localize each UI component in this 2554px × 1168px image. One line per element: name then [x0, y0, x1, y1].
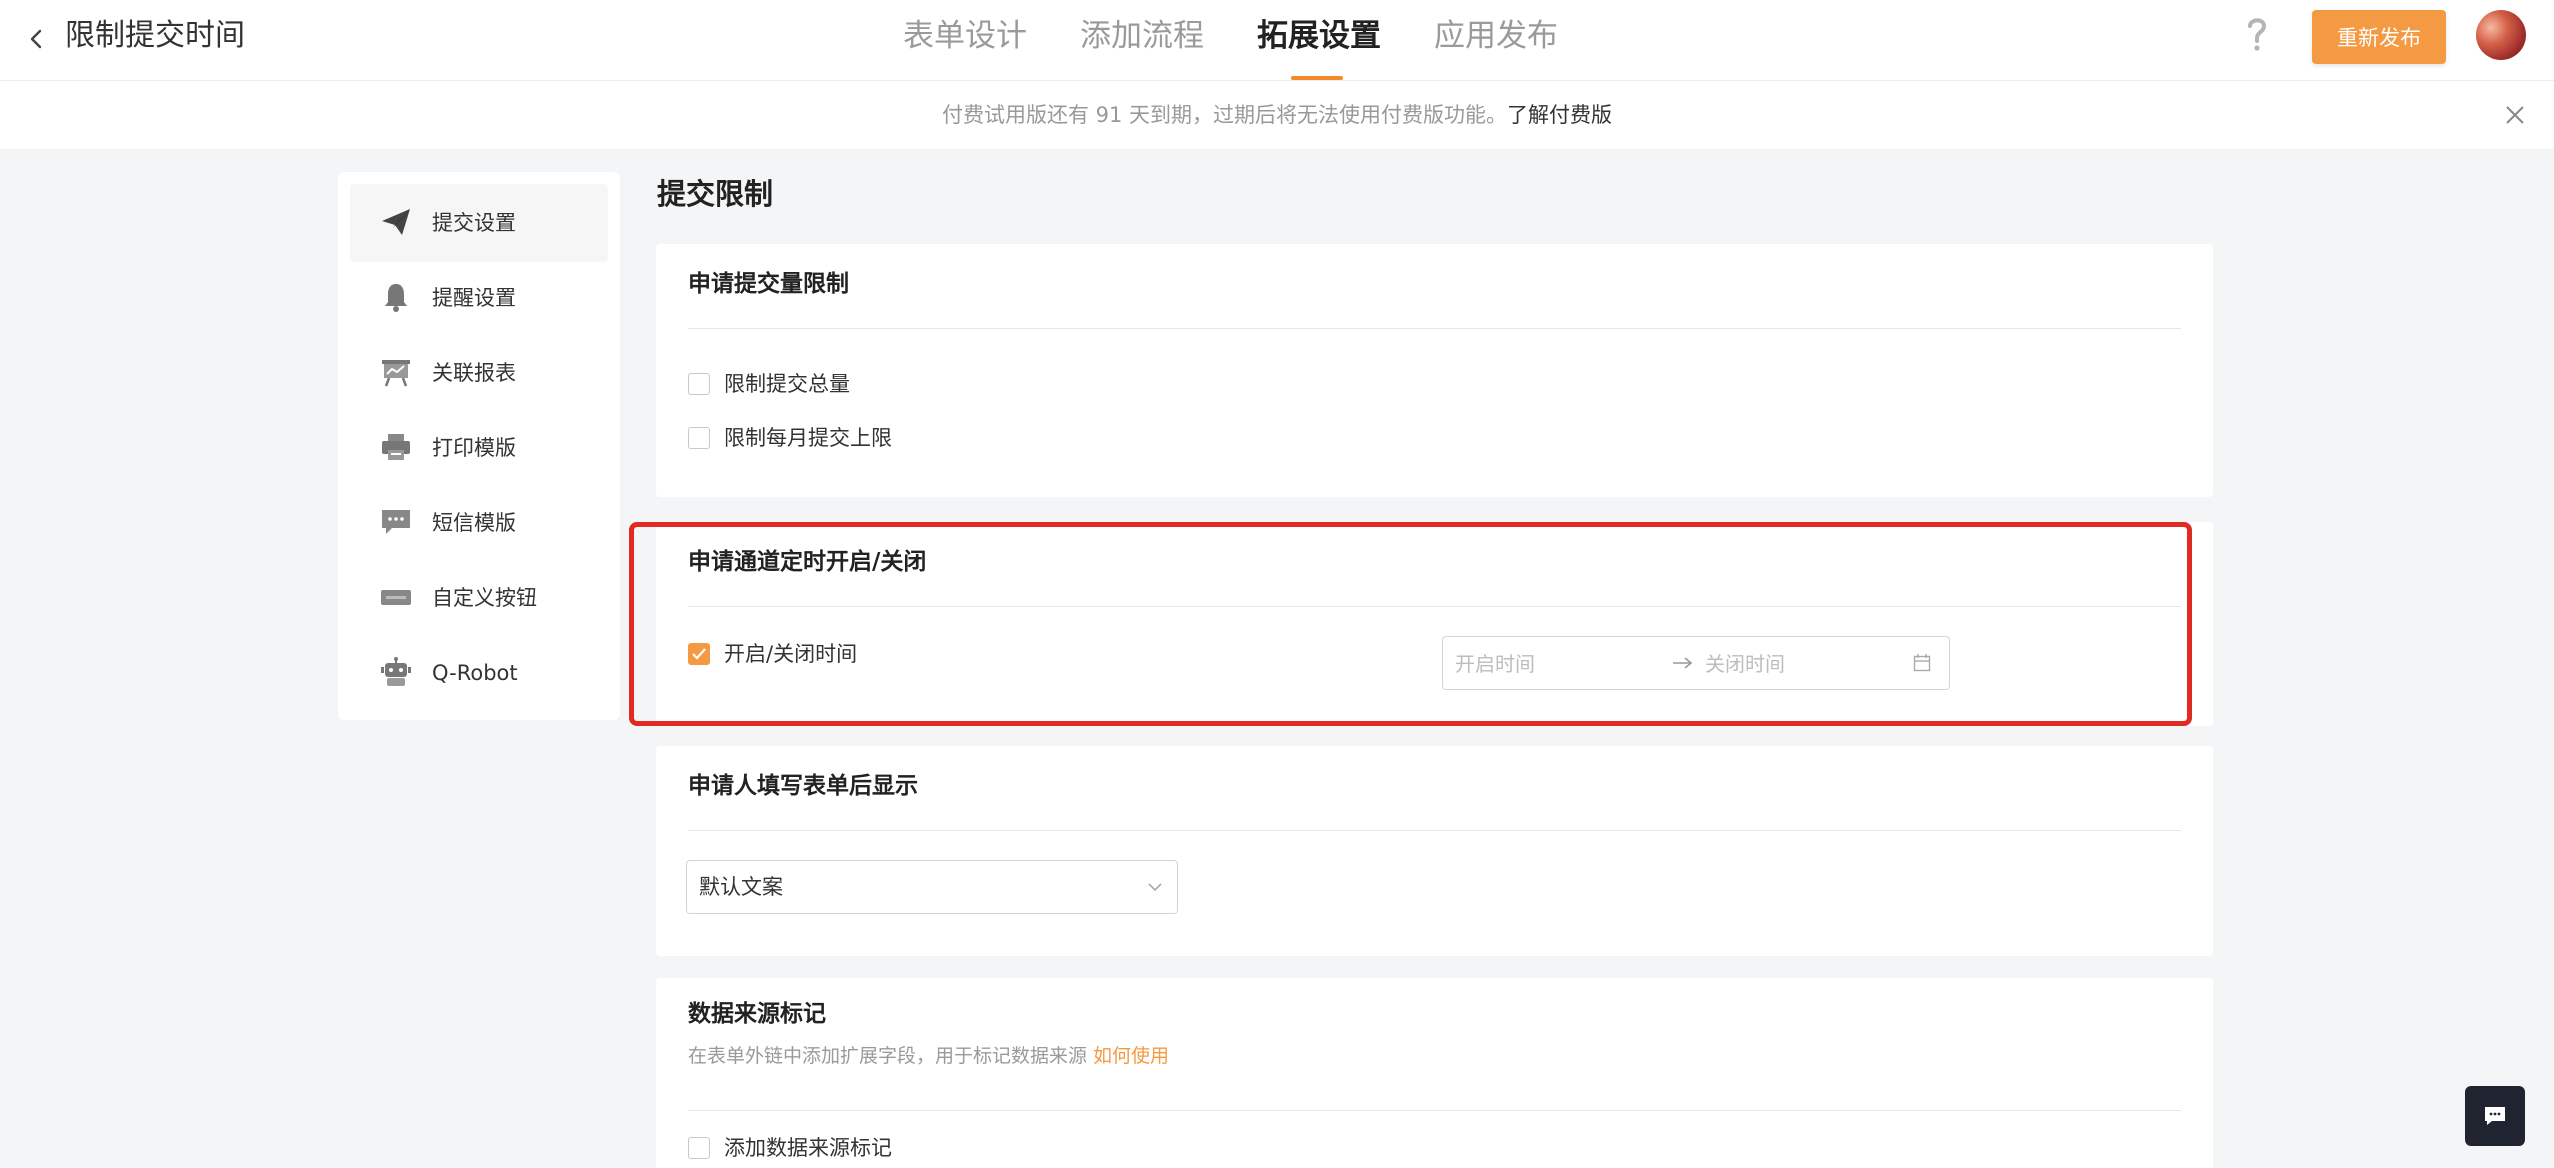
calendar-icon[interactable]: [1913, 653, 1931, 673]
sidebar-item-label: 打印模版: [432, 436, 516, 460]
robot-icon: [381, 657, 411, 686]
sidebar-item-label: 提交设置: [432, 211, 516, 235]
after-submit-display-select[interactable]: 默认文案: [686, 860, 1178, 914]
paper-plane-icon: [382, 209, 410, 235]
date-range-picker[interactable]: [1442, 636, 1950, 690]
option-label: 添加数据来源标记: [724, 1136, 892, 1160]
main-tabs: 表单设计 添加流程 拓展设置 应用发布: [0, 0, 2554, 80]
tab-form-design[interactable]: 表单设计: [903, 14, 1027, 58]
sidebar-item-reminder-settings[interactable]: 提醒设置: [350, 259, 608, 337]
support-chat-button[interactable]: [2465, 1086, 2525, 1146]
option-label: 限制提交总量: [724, 372, 850, 396]
card-title: 申请通道定时开启/关闭: [688, 549, 927, 575]
trial-notice-text: 付费试用版还有 91 天到期，过期后将无法使用付费版功能。: [941, 103, 1508, 127]
tab-app-publish[interactable]: 应用发布: [1434, 14, 1558, 58]
tab-add-workflow[interactable]: 添加流程: [1080, 14, 1204, 58]
after-submit-card: 申请人填写表单后显示: [656, 746, 2213, 956]
tab-extension-settings[interactable]: 拓展设置: [1257, 14, 1381, 58]
submission-limit-card: 申请提交量限制 限制提交总量 限制每月提交上限: [656, 244, 2213, 497]
sidebar-item-linked-reports[interactable]: 关联报表: [350, 334, 608, 412]
end-time-input[interactable]: [1703, 645, 1907, 683]
active-tab-indicator: [1291, 76, 1343, 80]
sms-bubble-icon: [382, 510, 410, 534]
limit-total-checkbox[interactable]: [688, 373, 710, 395]
sidebar-item-submit-settings[interactable]: 提交设置: [350, 184, 608, 262]
report-board-icon: [382, 360, 410, 387]
description-text: 在表单外链中添加扩展字段，用于标记数据来源: [688, 1045, 1094, 1067]
learn-paid-version-link[interactable]: 了解付费版: [1507, 103, 1612, 127]
sidebar-item-label: 短信模版: [432, 511, 516, 535]
trial-notice-bar: 付费试用版还有 91 天到期，过期后将无法使用付费版功能。了解付费版: [0, 81, 2554, 150]
sidebar-item-label: 关联报表: [432, 361, 516, 385]
sidebar-item-label: 自定义按钮: [432, 586, 537, 610]
bell-icon: [385, 284, 407, 312]
data-source-description: 在表单外链中添加扩展字段，用于标记数据来源 如何使用: [688, 1042, 1169, 1070]
top-bar: 限制提交时间 表单设计 添加流程 拓展设置 应用发布 重新发布: [0, 0, 2554, 81]
card-title: 申请提交量限制: [688, 271, 849, 297]
data-source-card: 数据来源标记 在表单外链中添加扩展字段，用于标记数据来源 如何使用 添加数据来源…: [656, 978, 2213, 1168]
sidebar-item-sms-templates[interactable]: 短信模版: [350, 484, 608, 562]
start-time-input[interactable]: [1453, 645, 1657, 683]
limit-monthly-checkbox[interactable]: [688, 427, 710, 449]
card-title: 数据来源标记: [688, 1001, 826, 1027]
sidebar-item-custom-button[interactable]: 自定义按钮: [350, 559, 608, 637]
custom-button-icon: [381, 590, 411, 605]
section-title: 提交限制: [657, 177, 774, 211]
sidebar-item-label: Q-Robot: [432, 661, 518, 685]
option-label: 限制每月提交上限: [724, 426, 892, 450]
divider: [688, 606, 2181, 607]
settings-sidebar: 提交设置 提醒设置 关联报表 打印模版 短信模版 自定义按钮 Q-Robot: [338, 172, 620, 720]
select-value: 默认文案: [699, 875, 783, 899]
help-question-icon[interactable]: [2242, 12, 2272, 58]
open-close-time-checkbox[interactable]: [688, 643, 710, 665]
data-source-checkbox[interactable]: [688, 1137, 710, 1159]
schedule-card: 申请通道定时开启/关闭 开启/关闭时间: [656, 522, 2213, 726]
arrow-right-icon: [1673, 657, 1693, 669]
card-title: 申请人填写表单后显示: [688, 773, 918, 799]
checkmark-icon: [692, 648, 706, 660]
close-icon[interactable]: [2503, 103, 2527, 127]
sidebar-item-print-templates[interactable]: 打印模版: [350, 409, 608, 487]
chat-bubble-icon: [2485, 1107, 2505, 1125]
sidebar-item-q-robot[interactable]: Q-Robot: [350, 634, 608, 712]
user-avatar[interactable]: [2476, 10, 2526, 60]
divider: [688, 328, 2181, 329]
divider: [688, 830, 2181, 831]
option-label: 开启/关闭时间: [724, 642, 858, 666]
divider: [688, 1110, 2181, 1111]
republish-button[interactable]: 重新发布: [2312, 10, 2446, 64]
how-to-use-link[interactable]: 如何使用: [1093, 1045, 1169, 1067]
chevron-down-icon: [1148, 883, 1162, 892]
sidebar-item-label: 提醒设置: [432, 286, 516, 310]
printer-icon: [382, 434, 410, 460]
